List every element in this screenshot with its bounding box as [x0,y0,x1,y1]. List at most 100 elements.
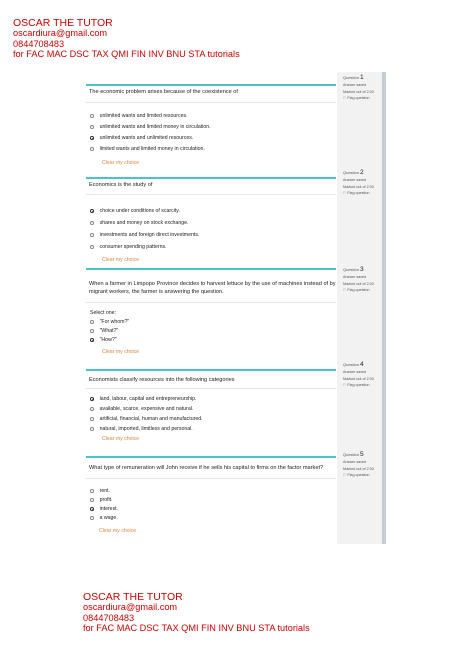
answer-option[interactable]: natural, imported, limitless and persona… [90,426,193,432]
option-label: limited wants and limited money in circu… [99,146,205,152]
watermark-tagline: for FAC MAC DSC TAX QMI FIN INV BNU STA … [13,49,240,60]
clear-choice-link[interactable]: Clear my choice [102,257,139,263]
watermark-email: oscardiura@gmail.com [83,602,178,613]
scrollbar[interactable] [382,168,386,266]
question-block-4: Question 4 Answer saved Marked out of 2.… [86,361,386,458]
option-label: rent. [99,488,110,494]
select-one-label: Select one: [90,310,116,316]
answer-option[interactable]: consumer spending patterns. [90,244,167,250]
question-accent-bar [86,177,336,179]
radio-button[interactable] [90,507,94,511]
radio-button[interactable] [90,329,94,333]
radio-button[interactable] [90,427,94,431]
question-accent-bar [86,456,336,458]
question-info-panel: Question 3 Answer saved Marked out of 2.… [337,266,382,364]
answer-option[interactable]: "For whom?" [90,319,129,325]
watermark-top: OSCAR THE TUTOR oscardiura@gmail.com 084… [13,18,240,60]
radio-button[interactable] [90,209,94,213]
radio-button[interactable] [90,407,94,411]
radio-button[interactable] [90,498,94,502]
watermark-name: OSCAR THE TUTOR [13,17,113,29]
answer-status: Answer saved [343,369,367,374]
answer-option[interactable]: unlimited wants and unlimited resources. [90,135,193,141]
option-label: choice under conditions of scarcity. [99,208,180,214]
question-block-3: Question 3 Answer saved Marked out of 2.… [86,266,386,364]
question-accent-bar [86,268,336,270]
question-number: 2 [360,169,364,176]
question-number: 5 [360,451,364,458]
answer-option[interactable]: choice under conditions of scarcity. [90,208,180,214]
question-label: Question [343,75,360,80]
radio-button[interactable] [90,489,94,493]
watermark-email: oscardiura@gmail.com [13,28,108,39]
flag-icon: ⚐ [343,96,347,101]
flag-icon: ⚐ [343,191,347,196]
radio-button[interactable] [90,136,94,140]
flag-question-link[interactable]: ⚐ Flag question [343,382,382,389]
marked-out-of: Marked out of 2.00 [343,281,374,286]
question-label: Question [343,267,360,272]
flag-label: Flag question [347,383,370,388]
flag-question-link[interactable]: ⚐ Flag question [343,472,382,479]
clear-choice-link[interactable]: Clear my choice [102,160,139,166]
marked-out-of: Marked out of 2.00 [343,466,374,471]
radio-button[interactable] [90,417,94,421]
answer-option[interactable]: "What?" [90,328,118,334]
answer-option[interactable]: available, scarce, expensive and natural… [90,406,193,412]
radio-button[interactable] [90,338,94,342]
divider [86,102,336,103]
question-label: Question [343,362,360,367]
answer-option[interactable]: unlimited wants and limited resources. [90,113,188,119]
radio-button[interactable] [90,125,94,129]
scrollbar[interactable] [382,362,386,458]
flag-question-link[interactable]: ⚐ Flag question [343,190,382,197]
answer-option[interactable]: a wage. [90,515,118,521]
option-label: consumer spending patterns. [99,244,167,250]
marked-out-of: Marked out of 2.00 [343,376,374,381]
question-info-panel: Question 1 Answer saved Marked out of 2.… [337,72,382,182]
question-text-line-1: When a farmer in Limpopo Province decide… [89,281,336,287]
option-label: unlimited wants and limited money in cir… [99,124,211,130]
radio-button[interactable] [90,114,94,118]
answer-option[interactable]: profit. [90,497,113,503]
option-label: "For whom?" [99,319,130,325]
answer-option[interactable]: interest. [90,506,118,512]
question-label: Question [343,170,360,175]
option-label: shares and money on stock exchange. [99,220,189,226]
option-label: unlimited wants and unlimited resources. [99,135,194,141]
answer-option[interactable]: rent. [90,488,110,494]
radio-button[interactable] [90,245,94,249]
flag-question-link[interactable]: ⚐ Flag question [343,95,382,102]
clear-choice-link[interactable]: Clear my choice [102,436,139,442]
radio-button[interactable] [90,397,94,401]
question-text: Economics is the study of [89,182,153,188]
answer-option[interactable]: "How?" [90,337,117,343]
option-label: "How?" [99,337,117,343]
question-block-1: Question 1 Answer saved Marked out of 2.… [86,72,386,182]
question-text: What type of remuneration will John rece… [89,465,324,471]
answer-option[interactable]: artificial, financial, human and manufac… [90,416,203,422]
clear-choice-link[interactable]: Clear my choice [99,528,136,534]
answer-option[interactable]: limited wants and limited money in circu… [90,146,205,152]
divider [86,388,336,389]
radio-button[interactable] [90,516,94,520]
radio-button[interactable] [90,147,94,151]
scrollbar[interactable] [382,452,386,544]
divider [86,194,336,195]
flag-label: Flag question [347,288,370,293]
flag-icon: ⚐ [343,383,347,388]
radio-button[interactable] [90,320,94,324]
answer-option[interactable]: unlimited wants and limited money in cir… [90,124,211,130]
scrollbar[interactable] [382,72,386,182]
answer-option[interactable]: shares and money on stock exchange. [90,220,188,226]
flag-question-link[interactable]: ⚐ Flag question [343,287,382,294]
answer-option[interactable]: investments and foreign direct investmen… [90,232,199,238]
radio-button[interactable] [90,233,94,237]
question-info-panel: Question 2 Answer saved Marked out of 2.… [337,168,382,266]
answer-option[interactable]: land, labour, capital and entrepreneursh… [90,396,197,402]
clear-choice-link[interactable]: Clear my choice [102,349,139,355]
answer-status: Answer saved [343,177,367,182]
watermark-phone: 0844708483 [83,612,135,623]
scrollbar[interactable] [382,266,386,364]
radio-button[interactable] [90,221,94,225]
